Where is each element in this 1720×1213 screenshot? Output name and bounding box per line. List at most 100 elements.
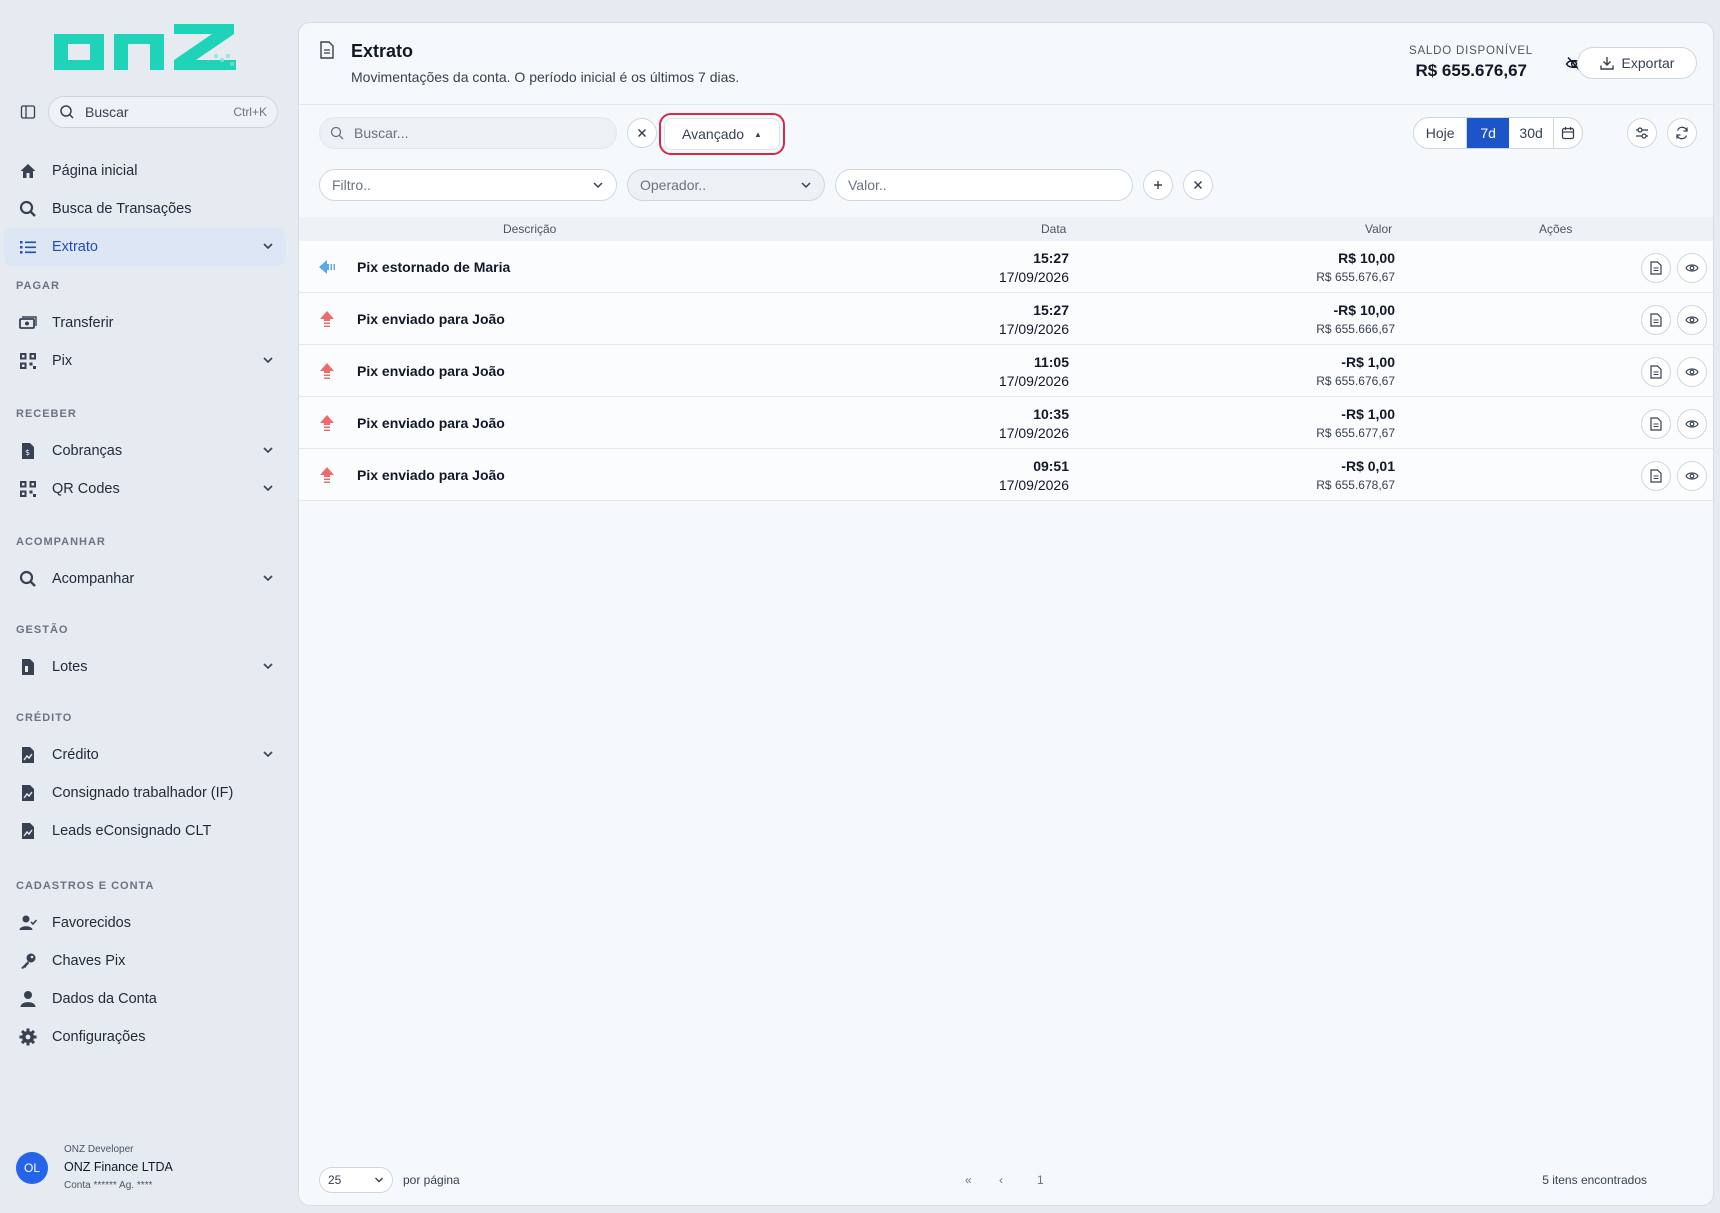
page-title: Extrato [351, 41, 414, 61]
receipt-button[interactable] [1641, 461, 1671, 491]
sidebar-search[interactable]: Buscar Ctrl+K [48, 96, 278, 128]
chart-file-icon [18, 821, 38, 841]
calendar-icon[interactable] [1554, 118, 1582, 148]
row-value: -R$ 1,00 [1341, 354, 1395, 370]
period-7d[interactable]: 7d [1467, 118, 1509, 148]
table-row[interactable]: Pix enviado para João 15:27 17/09/2026 -… [299, 293, 1713, 345]
onz-logo[interactable] [54, 20, 238, 76]
sidebar-item-favorecidos[interactable]: Favorecidos [4, 904, 286, 942]
sidebar-item-busca-transacoes[interactable]: Busca de Transações [4, 190, 286, 228]
view-button[interactable] [1677, 461, 1707, 491]
chevron-down-icon [263, 663, 273, 670]
chevron-down-icon [263, 751, 273, 758]
clear-search-button[interactable] [627, 118, 657, 148]
operator-select[interactable]: Operador.. [627, 169, 825, 201]
section-label-gestao: GESTÃO [16, 624, 69, 636]
eye-icon [1685, 472, 1699, 480]
sidebar-item-configuracoes[interactable]: Configurações [4, 1018, 286, 1056]
prev-page-button[interactable]: ‹ [999, 1173, 1003, 1187]
view-button[interactable] [1677, 357, 1707, 387]
table-header: Descrição Data Valor Ações [299, 217, 1713, 241]
row-date: 17/09/2026 [998, 321, 1069, 337]
sidebar-item-consignado[interactable]: Consignado trabalhador (IF) [4, 774, 286, 812]
section-label-cadastros: CADASTROS E CONTA [16, 880, 155, 892]
sidebar-item-label: Acompanhar [52, 571, 135, 587]
sidebar-toggle-icon[interactable] [16, 100, 40, 124]
sidebar-search-label: Buscar [85, 104, 129, 120]
sidebar-item-pagina-inicial[interactable]: Página inicial [4, 152, 286, 190]
first-page-button[interactable]: « [965, 1173, 972, 1187]
per-page-select[interactable]: 25 [319, 1167, 393, 1193]
document-icon [1650, 469, 1662, 483]
svg-text:$: $ [25, 448, 30, 457]
transactions-table: Descrição Data Valor Ações Pix estornado… [299, 217, 1713, 501]
sidebar-item-cobrancas[interactable]: $ Cobranças [4, 432, 286, 470]
search-input[interactable]: Buscar... [319, 117, 617, 149]
sidebar-item-label: Busca de Transações [52, 201, 192, 217]
search-placeholder: Buscar... [354, 125, 409, 141]
profile-account: Conta ****** Ag. **** [64, 1180, 153, 1191]
sidebar-item-pix[interactable]: Pix [4, 342, 286, 380]
filter-select[interactable]: Filtro.. [319, 169, 617, 201]
row-date: 17/09/2026 [998, 425, 1069, 441]
export-label: Exportar [1621, 55, 1675, 71]
export-button[interactable]: Exportar [1577, 47, 1697, 79]
row-time: 15:27 [1033, 250, 1069, 266]
period-hoje[interactable]: Hoje [1414, 118, 1468, 148]
clear-filters-button[interactable] [1183, 170, 1213, 200]
table-row[interactable]: Pix enviado para João 10:35 17/09/2026 -… [299, 397, 1713, 449]
advanced-button[interactable]: Avançado ▲ [664, 118, 780, 150]
sidebar-item-label: Cobranças [52, 443, 123, 459]
profile-role: ONZ Developer [64, 1144, 134, 1155]
user-profile[interactable]: OL ONZ Developer ONZ Finance LTDA Conta … [16, 1140, 286, 1196]
table-row[interactable]: Pix estornado de Maria 15:27 17/09/2026 … [299, 241, 1713, 293]
view-button[interactable] [1677, 409, 1707, 439]
search-icon [18, 569, 38, 589]
page-number[interactable]: 1 [1037, 1173, 1044, 1187]
table-row[interactable]: Pix enviado para João 11:05 17/09/2026 -… [299, 345, 1713, 397]
filter-settings-button[interactable] [1627, 118, 1657, 148]
document-icon [1650, 261, 1662, 275]
sidebar-item-label: Extrato [52, 239, 98, 255]
value-input[interactable]: Valor.. [835, 169, 1133, 201]
sidebar-item-label: Página inicial [52, 163, 138, 179]
row-time: 09:51 [1033, 458, 1069, 474]
list-icon [18, 237, 38, 257]
view-button[interactable] [1677, 305, 1707, 335]
receipt-button[interactable] [1641, 357, 1671, 387]
sidebar-item-extrato[interactable]: Extrato [4, 228, 286, 266]
gear-icon [18, 1027, 38, 1047]
sidebar-item-chaves-pix[interactable]: Chaves Pix [4, 942, 286, 980]
chevron-down-icon [375, 1177, 383, 1183]
document-icon [320, 41, 334, 59]
view-button[interactable] [1677, 253, 1707, 283]
sidebar-item-label: Consignado trabalhador (IF) [52, 785, 234, 801]
sidebar-item-acompanhar[interactable]: Acompanhar [4, 560, 286, 598]
row-balance: R$ 655.677,67 [1316, 426, 1395, 440]
toolbar: Buscar... Avançado ▲ Hoje 7d 30d [299, 113, 1713, 155]
receipt-button[interactable] [1641, 305, 1671, 335]
filter-placeholder: Filtro.. [332, 177, 371, 193]
row-description: Pix enviado para João [357, 363, 505, 379]
sidebar-item-lotes[interactable]: Lotes [4, 648, 286, 686]
sidebar-item-qr-codes[interactable]: QR Codes [4, 470, 286, 508]
add-filter-button[interactable] [1143, 170, 1173, 200]
sidebar-item-leads[interactable]: Leads eConsignado CLT [4, 812, 286, 850]
receipt-button[interactable] [1641, 253, 1671, 283]
search-icon [18, 199, 38, 219]
sidebar-item-credito[interactable]: Crédito [4, 736, 286, 774]
table-row[interactable]: Pix enviado para João 09:51 17/09/2026 -… [299, 449, 1713, 501]
row-description: Pix estornado de Maria [357, 259, 511, 275]
period-selector: Hoje 7d 30d [1413, 117, 1583, 149]
sidebar-item-dados-conta[interactable]: Dados da Conta [4, 980, 286, 1018]
receipt-button[interactable] [1641, 409, 1671, 439]
value-placeholder: Valor.. [848, 177, 887, 193]
period-30d[interactable]: 30d [1509, 118, 1555, 148]
row-balance: R$ 655.678,67 [1316, 478, 1395, 492]
eye-icon [1685, 316, 1699, 324]
col-descricao: Descrição [503, 222, 557, 236]
sidebar-item-transferir[interactable]: Transferir [4, 304, 286, 342]
chart-file-icon [18, 783, 38, 803]
row-value: R$ 10,00 [1338, 250, 1395, 266]
refresh-button[interactable] [1667, 118, 1697, 148]
